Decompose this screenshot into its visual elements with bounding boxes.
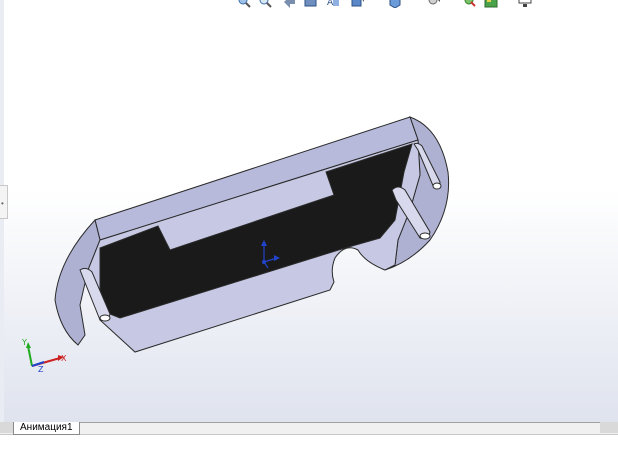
triad-y-label: Y: [21, 338, 27, 347]
triad-z-label: Z: [38, 365, 44, 374]
part-model[interactable]: [0, 0, 618, 422]
left-post-hole: [99, 314, 111, 322]
graphics-viewport[interactable]: • A Y X Z: [0, 0, 618, 422]
tab-scroll-area: [0, 422, 13, 433]
right-post-lower-hole: [419, 232, 431, 240]
reference-triad: Y X Z: [21, 338, 67, 374]
triad-y-axis: [27, 345, 33, 367]
tab-strip: [0, 422, 618, 435]
triad-x-label: X: [61, 354, 67, 363]
tab-strip-right-end: [600, 422, 618, 433]
right-post-upper-hole: [432, 182, 442, 190]
bottom-tab-bar: Анимация1: [0, 422, 618, 458]
tab-animation1[interactable]: Анимация1: [13, 422, 80, 435]
